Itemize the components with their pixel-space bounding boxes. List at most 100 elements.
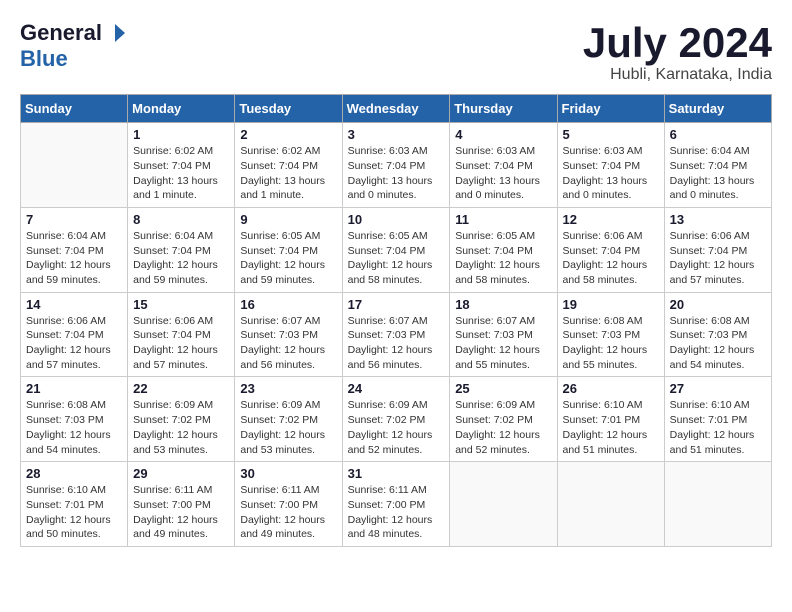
day-number: 12 — [563, 212, 659, 227]
day-number: 14 — [26, 297, 122, 312]
calendar-title: July 2024 — [583, 20, 772, 66]
day-info: Sunrise: 6:10 AMSunset: 7:01 PMDaylight:… — [26, 483, 122, 542]
header-day-sunday: Sunday — [21, 95, 128, 123]
calendar-cell: 31 Sunrise: 6:11 AMSunset: 7:00 PMDayligh… — [342, 462, 450, 547]
day-info: Sunrise: 6:06 AMSunset: 7:04 PMDaylight:… — [133, 314, 229, 373]
calendar-cell: 11Sunrise: 6:05 AMSunset: 7:04 PMDayligh… — [450, 207, 557, 292]
calendar-week-2: 7 Sunrise: 6:04 AMSunset: 7:04 PMDaylight… — [21, 207, 772, 292]
day-number: 29 — [133, 466, 229, 481]
day-info: Sunrise: 6:09 AMSunset: 7:02 PMDaylight:… — [455, 398, 551, 457]
calendar-week-3: 14 Sunrise: 6:06 AMSunset: 7:04 PMDayligh… — [21, 292, 772, 377]
calendar-cell: 30 Sunrise: 6:11 AMSunset: 7:00 PMDayligh… — [235, 462, 342, 547]
day-number: 2 — [240, 127, 336, 142]
day-info: Sunrise: 6:04 AMSunset: 7:04 PMDaylight:… — [26, 229, 122, 288]
day-info: Sunrise: 6:02 AMSunset: 7:04 PMDaylight:… — [133, 144, 229, 203]
header-day-wednesday: Wednesday — [342, 95, 450, 123]
calendar-cell — [557, 462, 664, 547]
day-number: 31 — [348, 466, 445, 481]
header-day-thursday: Thursday — [450, 95, 557, 123]
day-info: Sunrise: 6:10 AMSunset: 7:01 PMDaylight:… — [670, 398, 766, 457]
day-info: Sunrise: 6:03 AMSunset: 7:04 PMDaylight:… — [455, 144, 551, 203]
calendar-cell: 2 Sunrise: 6:02 AMSunset: 7:04 PMDaylight… — [235, 123, 342, 208]
calendar-cell: 27 Sunrise: 6:10 AMSunset: 7:01 PMDayligh… — [664, 377, 771, 462]
day-number: 9 — [240, 212, 336, 227]
calendar-location: Hubli, Karnataka, India — [583, 66, 772, 84]
calendar-cell: 17 Sunrise: 6:07 AMSunset: 7:03 PMDayligh… — [342, 292, 450, 377]
day-info: Sunrise: 6:05 AMSunset: 7:04 PMDaylight:… — [240, 229, 336, 288]
day-number: 7 — [26, 212, 122, 227]
header-day-monday: Monday — [128, 95, 235, 123]
day-info: Sunrise: 6:11 AMSunset: 7:00 PMDaylight:… — [348, 483, 445, 542]
calendar-cell: 7 Sunrise: 6:04 AMSunset: 7:04 PMDaylight… — [21, 207, 128, 292]
day-info: Sunrise: 6:04 AMSunset: 7:04 PMDaylight:… — [670, 144, 766, 203]
logo-general-text: General — [20, 20, 102, 46]
day-info: Sunrise: 6:03 AMSunset: 7:04 PMDaylight:… — [563, 144, 659, 203]
day-info: Sunrise: 6:09 AMSunset: 7:02 PMDaylight:… — [133, 398, 229, 457]
calendar-cell: 1 Sunrise: 6:02 AMSunset: 7:04 PMDaylight… — [128, 123, 235, 208]
calendar-cell: 8Sunrise: 6:04 AMSunset: 7:04 PMDaylight… — [128, 207, 235, 292]
day-info: Sunrise: 6:07 AMSunset: 7:03 PMDaylight:… — [240, 314, 336, 373]
day-info: Sunrise: 6:03 AMSunset: 7:04 PMDaylight:… — [348, 144, 445, 203]
day-number: 30 — [240, 466, 336, 481]
calendar-cell: 15 Sunrise: 6:06 AMSunset: 7:04 PMDayligh… — [128, 292, 235, 377]
day-info: Sunrise: 6:09 AMSunset: 7:02 PMDaylight:… — [348, 398, 445, 457]
calendar-cell — [664, 462, 771, 547]
title-block: July 2024 Hubli, Karnataka, India — [583, 20, 772, 84]
day-number: 16 — [240, 297, 336, 312]
day-number: 18 — [455, 297, 551, 312]
day-number: 11 — [455, 212, 551, 227]
day-number: 27 — [670, 381, 766, 396]
day-info: Sunrise: 6:02 AMSunset: 7:04 PMDaylight:… — [240, 144, 336, 203]
calendar-cell: 6Sunrise: 6:04 AMSunset: 7:04 PMDaylight… — [664, 123, 771, 208]
day-info: Sunrise: 6:06 AMSunset: 7:04 PMDaylight:… — [563, 229, 659, 288]
calendar-cell: 3Sunrise: 6:03 AMSunset: 7:04 PMDaylight… — [342, 123, 450, 208]
day-info: Sunrise: 6:11 AMSunset: 7:00 PMDaylight:… — [240, 483, 336, 542]
day-info: Sunrise: 6:06 AMSunset: 7:04 PMDaylight:… — [670, 229, 766, 288]
day-number: 28 — [26, 466, 122, 481]
day-info: Sunrise: 6:07 AMSunset: 7:03 PMDaylight:… — [348, 314, 445, 373]
calendar-cell: 19Sunrise: 6:08 AMSunset: 7:03 PMDayligh… — [557, 292, 664, 377]
calendar-cell: 16 Sunrise: 6:07 AMSunset: 7:03 PMDayligh… — [235, 292, 342, 377]
day-info: Sunrise: 6:06 AMSunset: 7:04 PMDaylight:… — [26, 314, 122, 373]
day-number: 8 — [133, 212, 229, 227]
calendar-cell: 5Sunrise: 6:03 AMSunset: 7:04 PMDaylight… — [557, 123, 664, 208]
day-number: 13 — [670, 212, 766, 227]
day-info: Sunrise: 6:08 AMSunset: 7:03 PMDaylight:… — [563, 314, 659, 373]
day-number: 15 — [133, 297, 229, 312]
calendar-cell — [450, 462, 557, 547]
day-number: 20 — [670, 297, 766, 312]
day-number: 26 — [563, 381, 659, 396]
calendar-cell: 26 Sunrise: 6:10 AMSunset: 7:01 PMDayligh… — [557, 377, 664, 462]
calendar-cell: 29 Sunrise: 6:11 AMSunset: 7:00 PMDayligh… — [128, 462, 235, 547]
calendar-cell: 28 Sunrise: 6:10 AMSunset: 7:01 PMDayligh… — [21, 462, 128, 547]
day-number: 1 — [133, 127, 229, 142]
day-number: 22 — [133, 381, 229, 396]
calendar-cell: 14 Sunrise: 6:06 AMSunset: 7:04 PMDayligh… — [21, 292, 128, 377]
calendar-header-row: SundayMondayTuesdayWednesdayThursdayFrid… — [21, 95, 772, 123]
logo-blue-text: Blue — [20, 46, 68, 71]
calendar-week-4: 21Sunrise: 6:08 AMSunset: 7:03 PMDayligh… — [21, 377, 772, 462]
day-info: Sunrise: 6:10 AMSunset: 7:01 PMDaylight:… — [563, 398, 659, 457]
calendar-cell: 12 Sunrise: 6:06 AMSunset: 7:04 PMDayligh… — [557, 207, 664, 292]
calendar-cell: 23Sunrise: 6:09 AMSunset: 7:02 PMDayligh… — [235, 377, 342, 462]
header-day-friday: Friday — [557, 95, 664, 123]
day-number: 4 — [455, 127, 551, 142]
day-info: Sunrise: 6:05 AMSunset: 7:04 PMDaylight:… — [348, 229, 445, 288]
day-number: 10 — [348, 212, 445, 227]
day-info: Sunrise: 6:11 AMSunset: 7:00 PMDaylight:… — [133, 483, 229, 542]
logo-flag-icon — [104, 22, 126, 44]
calendar-table: SundayMondayTuesdayWednesdayThursdayFrid… — [20, 94, 772, 547]
calendar-cell: 25 Sunrise: 6:09 AMSunset: 7:02 PMDayligh… — [450, 377, 557, 462]
calendar-week-5: 28 Sunrise: 6:10 AMSunset: 7:01 PMDayligh… — [21, 462, 772, 547]
day-number: 17 — [348, 297, 445, 312]
calendar-cell: 13 Sunrise: 6:06 AMSunset: 7:04 PMDayligh… — [664, 207, 771, 292]
header-day-saturday: Saturday — [664, 95, 771, 123]
day-number: 24 — [348, 381, 445, 396]
day-number: 25 — [455, 381, 551, 396]
calendar-cell: 4 Sunrise: 6:03 AMSunset: 7:04 PMDaylight… — [450, 123, 557, 208]
calendar-cell: 21Sunrise: 6:08 AMSunset: 7:03 PMDayligh… — [21, 377, 128, 462]
calendar-cell: 20Sunrise: 6:08 AMSunset: 7:03 PMDayligh… — [664, 292, 771, 377]
day-info: Sunrise: 6:08 AMSunset: 7:03 PMDaylight:… — [26, 398, 122, 457]
calendar-cell: 18Sunrise: 6:07 AMSunset: 7:03 PMDayligh… — [450, 292, 557, 377]
calendar-cell: 10 Sunrise: 6:05 AMSunset: 7:04 PMDayligh… — [342, 207, 450, 292]
